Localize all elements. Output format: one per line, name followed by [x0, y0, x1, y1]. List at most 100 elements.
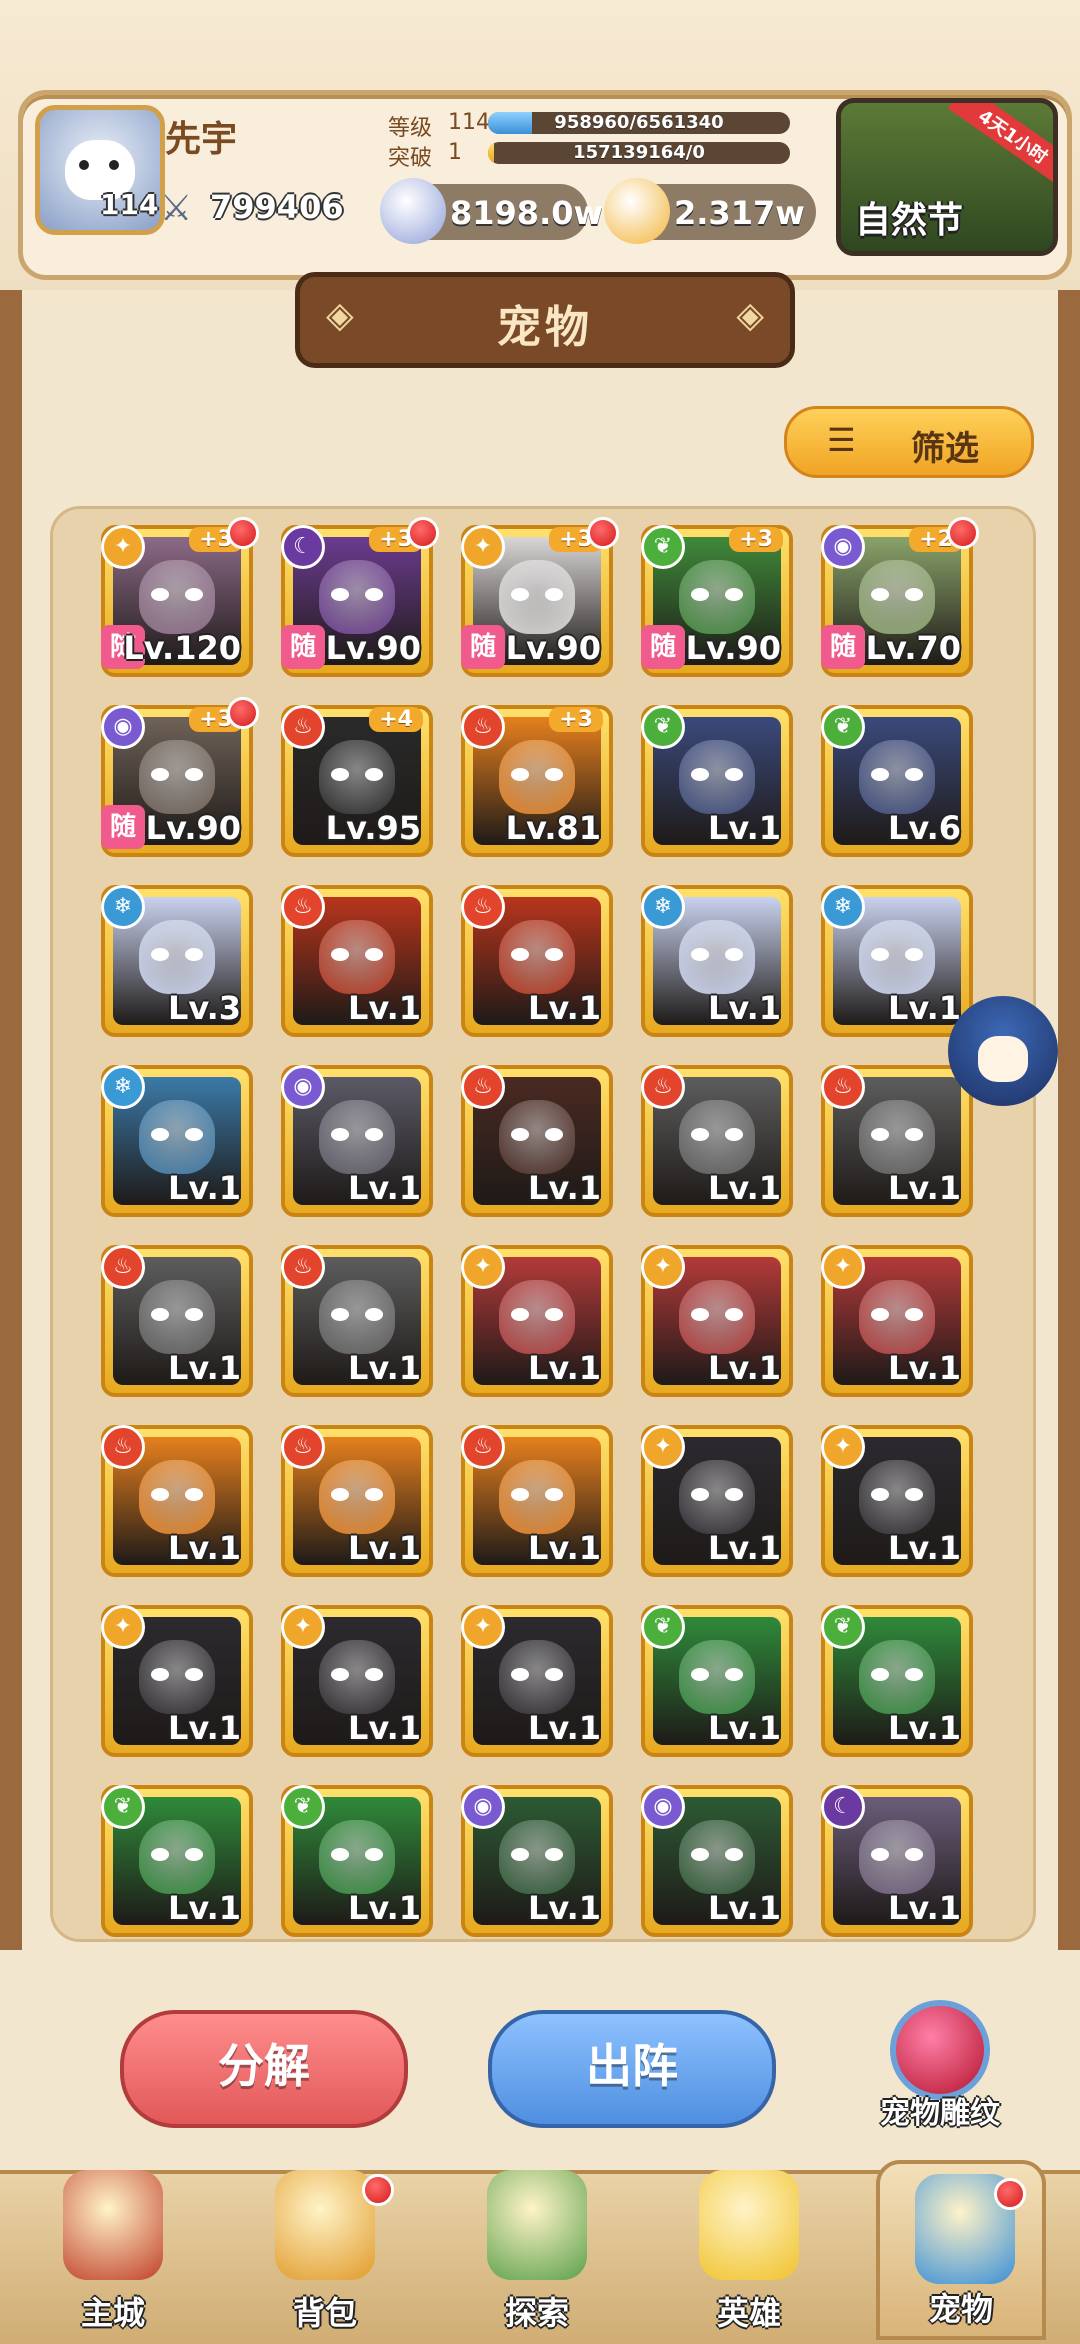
pet-level: Lv.6 [887, 809, 961, 847]
pet-card[interactable]: ♨ Lv.1 [461, 1065, 613, 1217]
pet-engrave-button[interactable]: 宠物雕纹 [870, 2000, 1010, 2140]
pet-eye [184, 948, 203, 961]
pet-card[interactable]: ❦ Lv.1 [641, 1605, 793, 1757]
pet-card[interactable]: ✦ +3 随 Lv.90 [461, 517, 619, 677]
pet-card[interactable]: ♨ Lv.1 [821, 1065, 973, 1217]
pet-eye [184, 1128, 203, 1141]
pet-card[interactable]: ❦ Lv.1 [821, 1605, 973, 1757]
pet-card[interactable]: ❄ Lv.1 [641, 885, 793, 1037]
pet-card[interactable]: ❄ Lv.1 [821, 885, 973, 1037]
pet-card[interactable]: ♨ Lv.1 [641, 1065, 793, 1217]
pet-card[interactable]: ❦ Lv.1 [101, 1785, 253, 1937]
pet-level: Lv.95 [325, 809, 421, 847]
pet-eye [364, 1128, 383, 1141]
pet-card[interactable]: ♨ Lv.1 [281, 1245, 433, 1397]
pet-card[interactable]: ◉ +3 随 Lv.90 [101, 697, 259, 857]
pet-eye [904, 1128, 923, 1141]
nav-item-explore[interactable]: 探索 [452, 2160, 622, 2340]
pet-eye [364, 768, 383, 781]
assistant-face [978, 1036, 1028, 1082]
pet-card[interactable]: ◉ +2 随 Lv.70 [821, 517, 979, 677]
decompose-button[interactable]: 分解 [120, 2010, 408, 2128]
pet-card[interactable]: ☾ Lv.1 [821, 1785, 973, 1937]
pet-card[interactable]: ❦ Lv.1 [641, 705, 793, 857]
pet-head [678, 1100, 756, 1175]
pet-head [138, 560, 216, 635]
pet-level: Lv.1 [527, 1349, 601, 1387]
light-element-icon: ✦ [641, 1425, 685, 1469]
pet-level: Lv.1 [347, 1529, 421, 1567]
pet-card[interactable]: ◉ Lv.1 [281, 1065, 433, 1217]
pet-eye [724, 948, 743, 961]
pet-card[interactable]: ❄ Lv.1 [101, 1065, 253, 1217]
eye-element-icon: ◉ [461, 1785, 505, 1829]
random-tag: 随 [461, 625, 505, 669]
pet-head [858, 1280, 936, 1355]
pet-level: Lv.1 [887, 1349, 961, 1387]
pet-head [858, 1100, 936, 1175]
pet-head [678, 1640, 756, 1715]
pet-card[interactable]: ☾ +3 随 Lv.90 [281, 517, 439, 677]
pet-card[interactable]: ✦ Lv.1 [281, 1605, 433, 1757]
filter-button[interactable]: ☰ 筛选 [784, 406, 1034, 478]
pet-card[interactable]: ♨ +3 Lv.81 [461, 705, 613, 857]
engrave-label: 宠物雕纹 [880, 2096, 1000, 2131]
ice-element-icon: ❄ [641, 885, 685, 929]
pet-card[interactable]: ♨ +4 Lv.95 [281, 705, 433, 857]
pet-head [138, 1820, 216, 1895]
ice-element-icon: ❄ [101, 885, 145, 929]
pet-card[interactable]: ✦ Lv.1 [641, 1425, 793, 1577]
pet-card[interactable]: ♨ Lv.1 [101, 1425, 253, 1577]
pet-eye [544, 948, 563, 961]
pet-eye [724, 1128, 743, 1141]
light-element-icon: ✦ [821, 1245, 865, 1289]
crossed-swords-icon: ⚔ [160, 188, 193, 229]
pet-card[interactable]: ❦ +3 随 Lv.90 [641, 525, 793, 677]
fire-element-icon: ♨ [101, 1425, 145, 1469]
pet-head [318, 1280, 396, 1355]
pet-card[interactable]: ✦ Lv.1 [101, 1605, 253, 1757]
pet-card[interactable]: ❦ Lv.6 [821, 705, 973, 857]
pet-eye [184, 1848, 203, 1861]
silver-currency[interactable]: 8198.0w [380, 178, 603, 244]
event-banner[interactable]: 4天1小时 自然节 [836, 98, 1058, 256]
gold-coin-icon [604, 178, 670, 244]
pet-card[interactable]: ✦ Lv.1 [461, 1605, 613, 1757]
pet-card[interactable]: ✦ Lv.1 [641, 1245, 793, 1397]
floating-assistant[interactable] [948, 996, 1058, 1106]
fire-element-icon: ♨ [281, 1425, 325, 1469]
nav-item-hero[interactable]: 英雄 [664, 2160, 834, 2340]
pet-card[interactable]: ◉ Lv.1 [641, 1785, 793, 1937]
pet-card[interactable]: ♨ Lv.1 [281, 1425, 433, 1577]
pet-card[interactable]: ✦ Lv.1 [821, 1425, 973, 1577]
nav-item-main-city[interactable]: 主城 [28, 2160, 198, 2340]
pet-level: Lv.1 [707, 1349, 781, 1387]
pet-eye [184, 1308, 203, 1321]
pet-card[interactable]: ♨ Lv.1 [281, 885, 433, 1037]
nav-item-pet[interactable]: 宠物 [876, 2160, 1046, 2340]
nav-item-backpack[interactable]: 背包 [240, 2160, 410, 2340]
pet-card[interactable]: ✦ Lv.1 [821, 1245, 973, 1397]
gold-currency[interactable]: 2.317w [604, 178, 816, 244]
pet-head [318, 1100, 396, 1175]
nature-element-icon: ❦ [821, 705, 865, 749]
pet-card[interactable]: ✦ +3 随 Lv.120 [101, 517, 259, 677]
pet-card[interactable]: ♨ Lv.1 [101, 1245, 253, 1397]
pet-level: Lv.70 [865, 629, 961, 667]
pet-grid-panel: ✦ +3 随 Lv.120 ☾ +3 随 Lv.90 ✦ +3 随 Lv.90 ❦ +3 随 Lv.90 ◉ +2… [50, 506, 1036, 1942]
pet-eye [184, 588, 203, 601]
fire-element-icon: ♨ [281, 1245, 325, 1289]
pet-card[interactable]: ◉ Lv.1 [461, 1785, 613, 1937]
stat-row-breakthrough: 突破 1 157139164/0 [388, 140, 790, 172]
pet-head [138, 1280, 216, 1355]
pet-eye [904, 1308, 923, 1321]
pet-eye [904, 948, 923, 961]
deploy-button[interactable]: 出阵 [488, 2010, 776, 2128]
pet-card[interactable]: ❦ Lv.1 [281, 1785, 433, 1937]
pet-card[interactable]: ✦ Lv.1 [461, 1245, 613, 1397]
pet-card[interactable]: ♨ Lv.1 [461, 1425, 613, 1577]
pet-eye [724, 588, 743, 601]
pet-card[interactable]: ❄ Lv.3 [101, 885, 253, 1037]
pet-card[interactable]: ♨ Lv.1 [461, 885, 613, 1037]
player-level: 114 [100, 188, 159, 221]
